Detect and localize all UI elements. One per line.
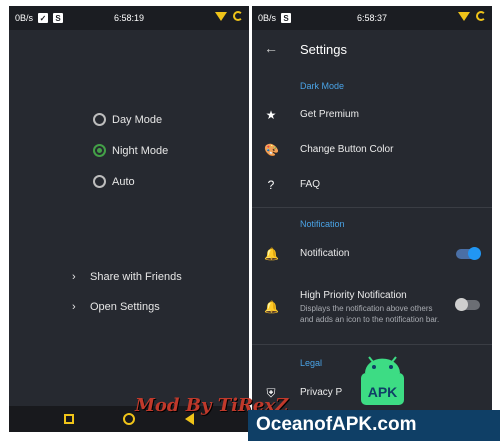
- row-label: FAQ: [300, 179, 321, 190]
- radio-unchecked-icon: [93, 175, 106, 188]
- row-label: Get Premium: [300, 109, 359, 120]
- high-priority-toggle[interactable]: [455, 298, 480, 311]
- divider: [252, 344, 492, 345]
- link-label: Open Settings: [90, 301, 160, 313]
- chevron-right-icon: ›: [72, 301, 76, 313]
- recents-button-icon[interactable]: [63, 414, 74, 424]
- share-with-friends-link[interactable]: › Share with Friends: [72, 262, 182, 292]
- radio-day-mode[interactable]: Day Mode: [93, 104, 168, 135]
- svg-text:APK: APK: [368, 384, 398, 400]
- back-arrow-icon[interactable]: ←: [264, 40, 278, 56]
- notification-toggle[interactable]: [456, 247, 481, 260]
- row-label: Change Button Color: [300, 144, 394, 155]
- section-header-legal: Legal: [300, 358, 323, 368]
- high-priority-title[interactable]: High Priority Notification: [300, 290, 407, 301]
- star-icon: ★: [265, 108, 277, 122]
- section-header-dark-mode: Dark Mode: [300, 81, 345, 91]
- faq-row[interactable]: ? FAQ: [252, 168, 492, 202]
- radio-checked-icon: [93, 144, 106, 157]
- chevron-right-icon: ›: [72, 271, 76, 283]
- watermark-text: OceanofAPK.com: [256, 414, 417, 435]
- radio-auto[interactable]: Auto: [93, 166, 168, 197]
- android-apk-logo-icon: APK: [361, 356, 404, 405]
- radio-unchecked-icon: [93, 113, 106, 126]
- home-button-icon[interactable]: [123, 413, 136, 425]
- help-icon: ?: [267, 178, 275, 192]
- row-label: Privacy P: [300, 387, 343, 398]
- action-links: › Share with Friends › Open Settings: [72, 262, 182, 322]
- mode-radio-group: Day Mode Night Mode Auto: [93, 104, 168, 197]
- clock: 6:58:19: [113, 13, 145, 23]
- radio-night-mode[interactable]: Night Mode: [93, 135, 168, 166]
- wifi-icon: [458, 11, 470, 21]
- radio-label: Night Mode: [112, 144, 169, 157]
- battery-icon: [476, 11, 486, 21]
- left-phone-screen: 0B/s ✓ S 6:58:19 Day Mode Night Mode Aut…: [9, 6, 249, 432]
- radio-label: Day Mode: [112, 113, 163, 126]
- status-bar: 0B/s ✓ S 6:58:19: [9, 6, 249, 30]
- status-bar: 0B/s S 6:58:37: [252, 6, 492, 30]
- section-header-notification: Notification: [300, 219, 345, 229]
- screenshot-canvas: 0B/s ✓ S 6:58:19 Day Mode Night Mode Aut…: [0, 0, 500, 441]
- get-premium-row[interactable]: ★ Get Premium: [252, 98, 492, 132]
- divider: [252, 207, 492, 208]
- radio-label: Auto: [112, 175, 135, 188]
- clock: 6:58:37: [356, 13, 388, 23]
- link-label: Share with Friends: [90, 271, 182, 283]
- row-label: Notification: [300, 248, 350, 259]
- app-toolbar: ← Settings: [252, 30, 492, 68]
- bell-icon: 🔔: [264, 247, 279, 261]
- ocean-watermark-banner: OceanofAPK.com: [248, 410, 500, 441]
- wifi-icon: [215, 11, 227, 21]
- palette-icon: 🎨: [264, 143, 279, 157]
- open-settings-link[interactable]: › Open Settings: [72, 292, 182, 322]
- bell-icon: 🔔: [264, 300, 279, 314]
- change-button-color-row[interactable]: 🎨 Change Button Color: [252, 133, 492, 167]
- battery-icon: [233, 11, 243, 21]
- high-priority-description: Displays the notification above others a…: [300, 304, 440, 324]
- page-title: Settings: [300, 42, 347, 57]
